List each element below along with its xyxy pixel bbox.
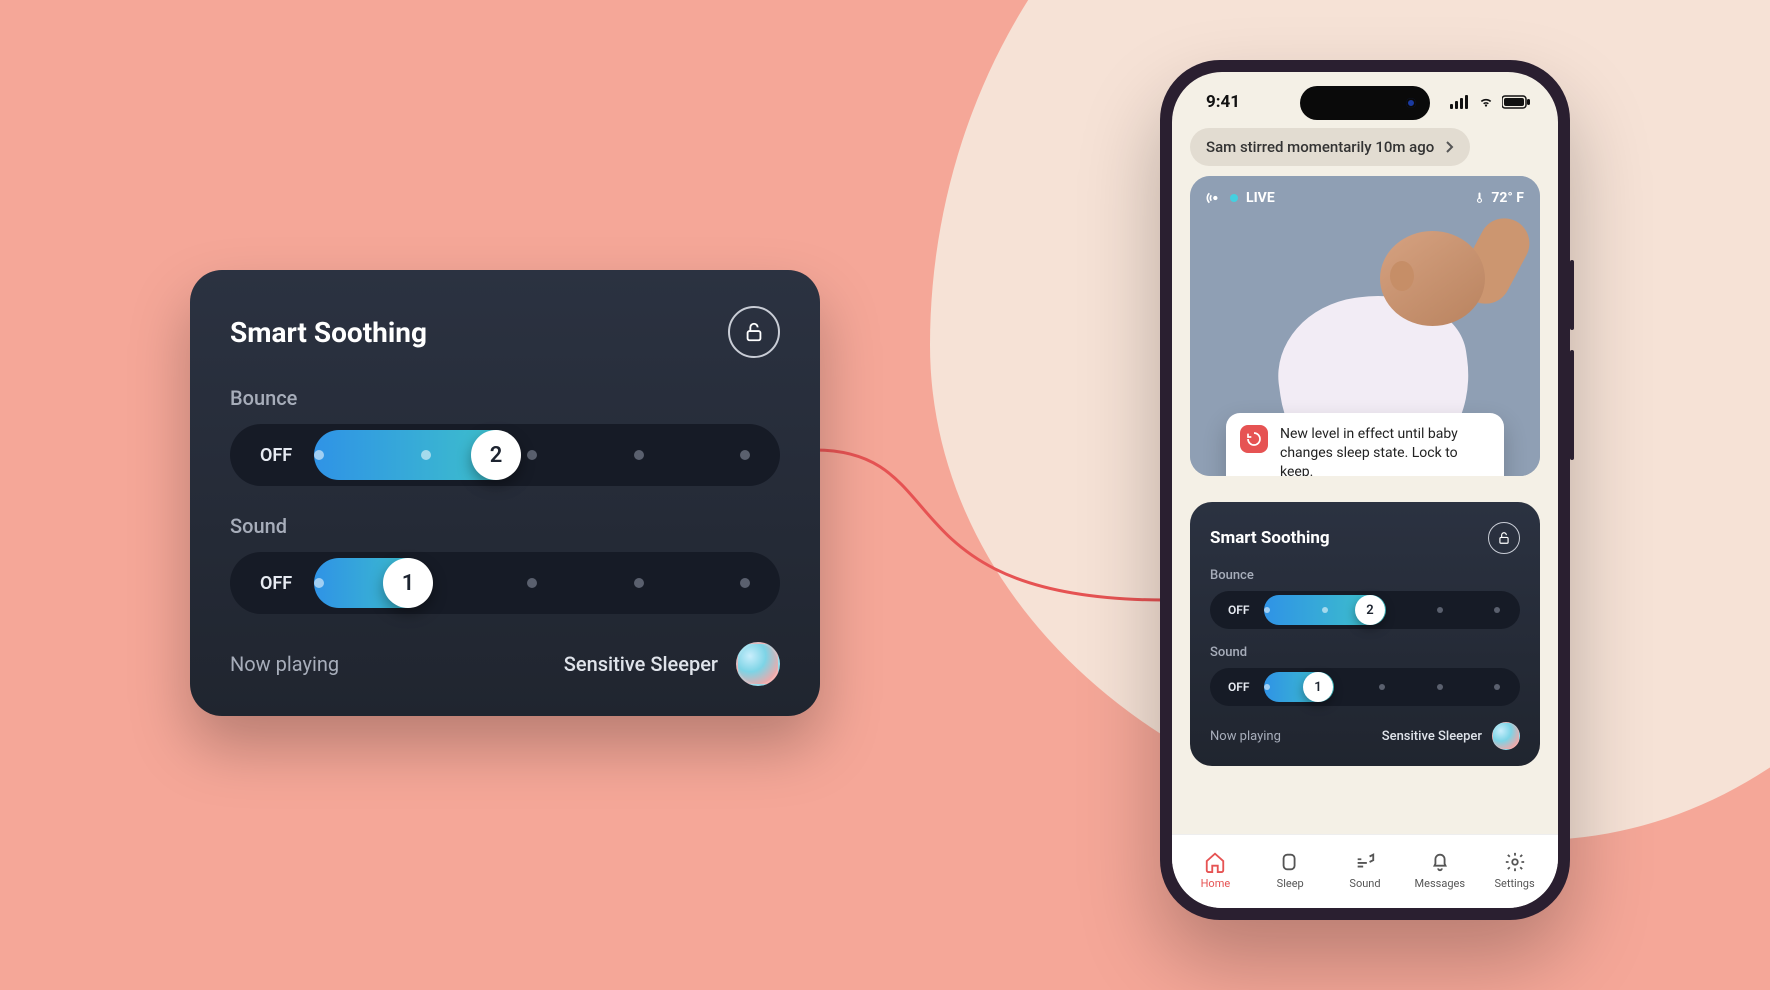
- live-label: LIVE: [1246, 190, 1275, 206]
- phone-screen: 9:41 Sam stirred momentarily 10m ago: [1172, 72, 1558, 908]
- now-playing-track-phone: Sensitive Sleeper: [1382, 729, 1482, 744]
- bounce-off-label: OFF: [260, 445, 324, 466]
- toast-icon: [1240, 425, 1268, 453]
- battery-icon: [1502, 95, 1530, 109]
- smart-soothing-title-phone: Smart Soothing: [1210, 528, 1330, 548]
- wifi-icon: [1476, 95, 1496, 109]
- notification-chip[interactable]: Sam stirred momentarily 10m ago: [1190, 128, 1470, 166]
- thermometer-icon: [1473, 190, 1485, 206]
- now-playing-track-row[interactable]: Sensitive Sleeper: [564, 642, 780, 686]
- level-toast[interactable]: New level in effect until baby changes s…: [1226, 413, 1504, 476]
- bounce-knob-phone[interactable]: 2: [1355, 595, 1385, 625]
- smart-soothing-card-phone: Smart Soothing Bounce OFF 2 Sound OFF: [1190, 502, 1540, 766]
- sound-knob[interactable]: 1: [383, 558, 433, 608]
- toast-text: New level in effect until baby changes s…: [1280, 425, 1490, 476]
- live-indicator: LIVE: [1206, 190, 1275, 206]
- unlock-icon: [743, 321, 765, 343]
- track-artwork-phone: [1492, 722, 1520, 750]
- tab-messages[interactable]: Messages: [1410, 851, 1470, 890]
- bell-icon: [1429, 851, 1451, 873]
- sleep-icon: [1279, 851, 1301, 873]
- lock-button[interactable]: [728, 306, 780, 358]
- now-playing-label-phone: Now playing: [1210, 729, 1281, 744]
- now-playing-track: Sensitive Sleeper: [564, 652, 718, 676]
- smart-soothing-card: Smart Soothing Bounce OFF 2 Sound OFF 1 …: [190, 270, 820, 716]
- tab-sound[interactable]: Sound: [1335, 851, 1395, 890]
- home-icon: [1204, 851, 1226, 873]
- temperature-value: 72° F: [1491, 190, 1524, 206]
- lock-button-phone[interactable]: [1488, 522, 1520, 554]
- tab-bar: Home Sleep Sound Messages Settings: [1172, 834, 1558, 908]
- bounce-slider-phone[interactable]: OFF 2: [1210, 591, 1520, 629]
- sound-off-phone: OFF: [1228, 680, 1270, 694]
- temperature-badge: 72° F: [1473, 190, 1524, 206]
- notification-chip-text: Sam stirred momentarily 10m ago: [1206, 138, 1434, 156]
- bounce-knob[interactable]: 2: [471, 430, 521, 480]
- smart-soothing-title: Smart Soothing: [230, 316, 427, 349]
- status-time: 9:41: [1206, 92, 1240, 112]
- sound-icon: [1354, 851, 1376, 873]
- gear-icon: [1504, 851, 1526, 873]
- now-playing-label: Now playing: [230, 652, 339, 676]
- tab-home[interactable]: Home: [1185, 851, 1245, 890]
- sound-off-label: OFF: [260, 573, 324, 594]
- tab-settings[interactable]: Settings: [1485, 851, 1545, 890]
- tab-sleep[interactable]: Sleep: [1260, 851, 1320, 890]
- notch: [1300, 86, 1430, 120]
- sound-label-phone: Sound: [1210, 645, 1520, 660]
- sound-slider-phone[interactable]: OFF 1: [1210, 668, 1520, 706]
- bounce-off-phone: OFF: [1228, 603, 1270, 617]
- signal-icon: [1450, 95, 1470, 109]
- sound-label: Sound: [230, 514, 780, 538]
- sound-knob-phone[interactable]: 1: [1303, 672, 1333, 702]
- chevron-right-icon: [1444, 141, 1454, 153]
- sound-slider[interactable]: OFF 1: [230, 552, 780, 614]
- camera-feed[interactable]: LIVE 72° F New level in effect until bab…: [1190, 176, 1540, 476]
- track-artwork: [736, 642, 780, 686]
- unlock-icon: [1497, 531, 1511, 545]
- now-playing-row-phone[interactable]: Sensitive Sleeper: [1382, 722, 1520, 750]
- phone-mockup: 9:41 Sam stirred momentarily 10m ago: [1160, 60, 1570, 920]
- bounce-label: Bounce: [230, 386, 780, 410]
- stream-icon: [1206, 190, 1222, 206]
- bounce-label-phone: Bounce: [1210, 568, 1520, 583]
- bounce-slider[interactable]: OFF 2: [230, 424, 780, 486]
